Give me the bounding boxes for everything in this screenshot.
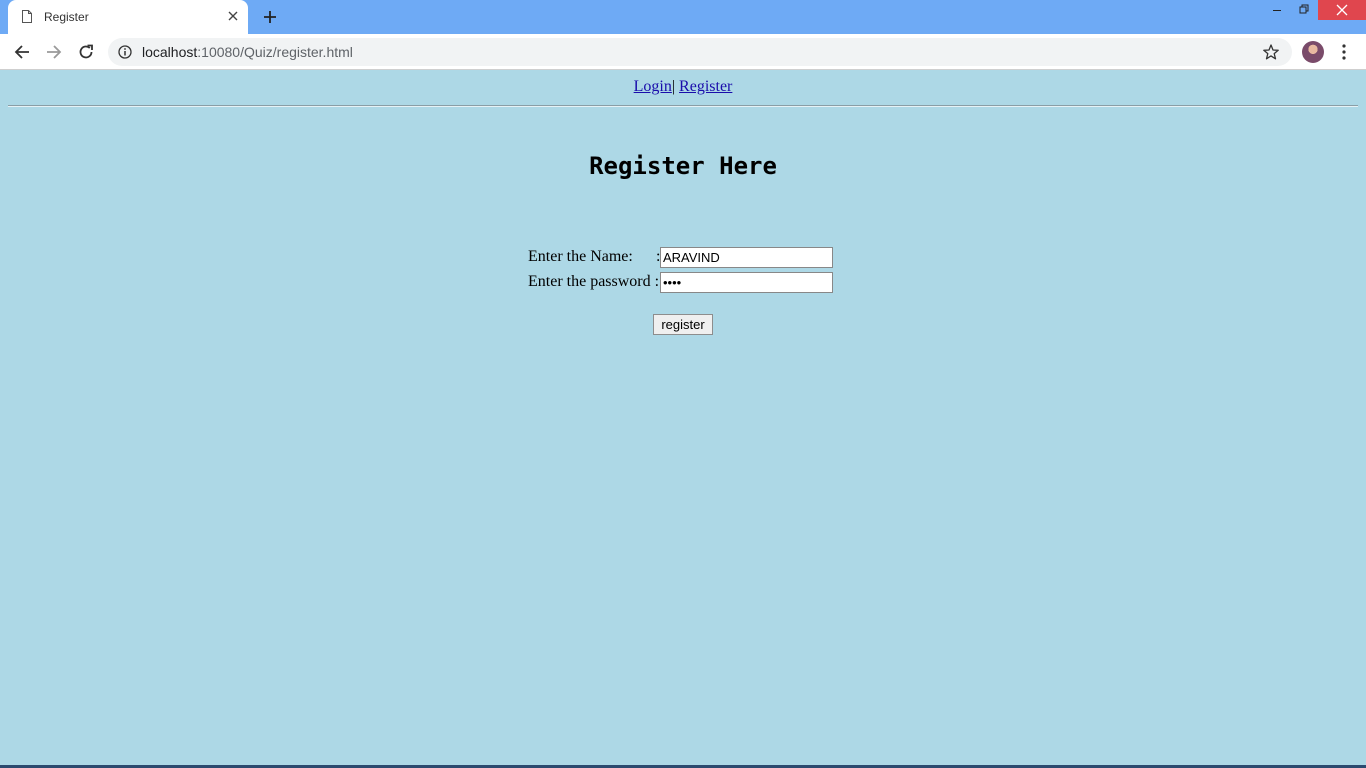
bookmark-star-icon[interactable] xyxy=(1262,43,1280,61)
forward-icon[interactable] xyxy=(43,41,65,63)
top-navigation: Login| Register xyxy=(0,78,1366,96)
avatar[interactable] xyxy=(1302,41,1324,63)
page-content: Login| Register Register Here Enter the … xyxy=(0,70,1366,765)
password-label: Enter the password : xyxy=(528,273,660,290)
address-bar[interactable]: localhost:10080/Quiz/register.html xyxy=(108,38,1292,66)
browser-tab[interactable]: Register xyxy=(8,0,248,34)
register-link[interactable]: Register xyxy=(679,78,732,95)
close-icon[interactable] xyxy=(226,9,240,23)
name-input[interactable] xyxy=(660,247,833,268)
reload-icon[interactable] xyxy=(75,41,97,63)
login-link[interactable]: Login xyxy=(634,78,672,95)
password-input[interactable] xyxy=(660,272,833,293)
nav-separator: | xyxy=(671,78,676,95)
new-tab-icon[interactable] xyxy=(262,9,278,25)
register-button[interactable]: register xyxy=(653,314,713,335)
page-icon xyxy=(22,10,32,23)
name-label: Enter the Name: xyxy=(528,248,633,265)
browser-toolbar: localhost:10080/Quiz/register.html xyxy=(0,34,1366,70)
back-icon[interactable] xyxy=(11,41,33,63)
browser-titlebar: Register xyxy=(0,0,1366,34)
info-icon[interactable] xyxy=(118,45,132,59)
window-close-icon[interactable] xyxy=(1318,0,1366,20)
divider xyxy=(8,105,1358,107)
url-text: localhost:10080/Quiz/register.html xyxy=(142,44,353,60)
page-title: Register Here xyxy=(589,152,777,180)
more-menu-icon[interactable] xyxy=(1338,42,1350,62)
url-host: localhost xyxy=(142,44,198,60)
tab-title: Register xyxy=(44,10,89,24)
url-path: :10080/Quiz/register.html xyxy=(197,44,353,60)
